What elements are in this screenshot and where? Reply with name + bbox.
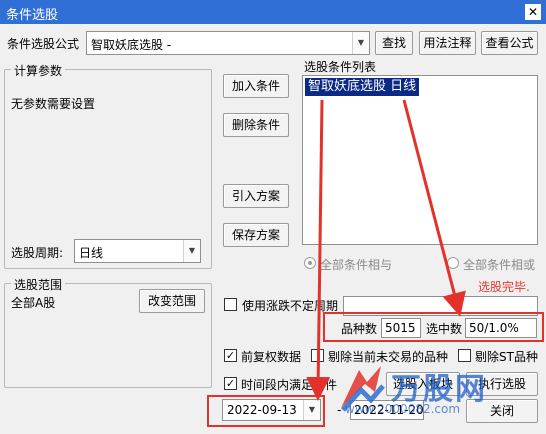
arrow-to-stats <box>402 99 466 317</box>
watermark-site: www.2000082.com <box>345 402 461 416</box>
arrow-to-date <box>306 99 331 401</box>
watermark: 万股网 www.2000082.com <box>331 356 531 420</box>
